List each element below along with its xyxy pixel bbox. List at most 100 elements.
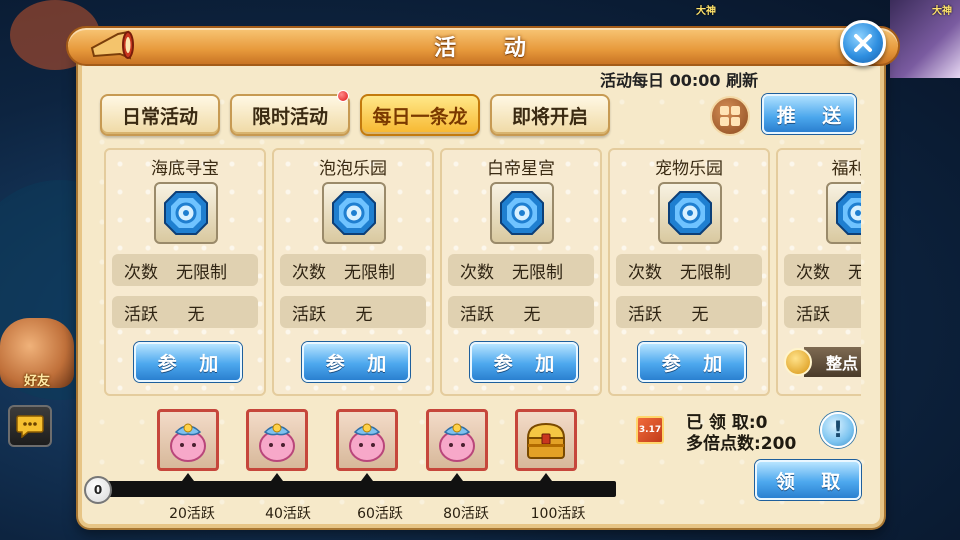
refresh-schedule: 活动每日 00:00 刷新	[600, 71, 759, 90]
pink-pouch-icon	[349, 423, 385, 462]
count-value: 无限制	[680, 262, 731, 283]
reward-chest-80[interactable]	[426, 409, 488, 471]
push-button[interactable]: 推 送	[762, 94, 856, 134]
join-button[interactable]: 参 加	[638, 342, 746, 382]
active-row: 活跃	[784, 296, 861, 328]
milestone-label: 100活跃	[530, 506, 586, 522]
active-row: 活跃 无	[112, 296, 258, 328]
count-row: 次数 无限制	[280, 254, 426, 286]
activity-card: 白帝星宫 次数 无限制 活跃 无 参 加	[440, 148, 602, 396]
pink-pouch-icon	[170, 423, 206, 462]
count-label: 次数	[796, 262, 830, 283]
tab-coming-soon[interactable]: 即将开启	[490, 94, 610, 136]
milestone-pointer	[361, 473, 373, 481]
activity-name: 泡泡乐园	[319, 159, 387, 179]
activity-name: 海底寻宝	[151, 159, 219, 179]
active-row: 活跃 无	[280, 296, 426, 328]
grid-icon	[720, 106, 729, 115]
milestone-label: 80活跃	[443, 506, 489, 522]
blue-gem-icon	[332, 191, 376, 235]
activity-card: 福利时 次数 无 活跃 整点	[776, 148, 861, 396]
bonus-book-icon: 3.17	[636, 416, 664, 444]
chat-bubble-icon	[16, 415, 44, 438]
page-title: 活 动	[434, 36, 546, 61]
hourly-badge-label: 整点	[804, 347, 861, 377]
close-button[interactable]	[840, 20, 886, 66]
reward-chest-40[interactable]	[246, 409, 308, 471]
blue-gem-icon	[668, 191, 712, 235]
grid-menu-button[interactable]	[710, 96, 750, 136]
activity-icon	[826, 182, 861, 244]
chat-button[interactable]	[8, 405, 52, 447]
milestone-label: 40活跃	[265, 506, 311, 522]
activity-name: 白帝星宫	[487, 159, 555, 179]
milestone-pointer	[182, 473, 194, 481]
exclamation-icon: !	[832, 417, 844, 443]
reward-chest-60[interactable]	[336, 409, 398, 471]
count-label: 次数	[292, 262, 326, 283]
active-value: 无	[187, 304, 205, 325]
active-label: 活跃	[796, 304, 830, 325]
count-value: 无限制	[176, 262, 227, 283]
count-label: 次数	[460, 262, 494, 283]
blue-gem-icon	[164, 191, 208, 235]
active-label: 活跃	[628, 304, 662, 325]
count-value: 无限制	[344, 262, 395, 283]
active-label: 活跃	[124, 304, 158, 325]
count-value: 无限制	[512, 262, 563, 283]
close-icon	[854, 34, 872, 52]
multiplier-points: 多倍点数:200	[686, 434, 797, 454]
activity-progress-bar	[98, 481, 616, 497]
active-label: 活跃	[460, 304, 494, 325]
activity-name: 宠物乐园	[655, 159, 723, 179]
activity-card: 海底寻宝 次数 无限制 活跃 无 参 加	[104, 148, 266, 396]
milestone-label: 60活跃	[357, 506, 403, 522]
treasure-chest-icon	[526, 422, 566, 459]
activity-icon	[154, 182, 218, 244]
activity-card: 宠物乐园 次数 无限制 活跃 无 参 加	[608, 148, 770, 396]
activity-card: 泡泡乐园 次数 无限制 活跃 无 参 加	[272, 148, 434, 396]
count-value: 无	[848, 262, 861, 283]
activity-icon	[658, 182, 722, 244]
tab-limited-activities[interactable]: 限时活动	[230, 94, 350, 136]
notification-dot	[337, 90, 349, 102]
player-portrait-label: 大神	[932, 6, 952, 17]
blue-gem-icon	[500, 191, 544, 235]
friends-label: 好友	[23, 374, 50, 389]
count-row: 次数 无限制	[112, 254, 258, 286]
tab-daily-activities[interactable]: 日常活动	[100, 94, 220, 136]
progress-value: 0	[84, 476, 112, 504]
tab-daily-dragon[interactable]: 每日一条龙	[360, 94, 480, 136]
clock-icon	[784, 348, 812, 376]
activity-icon	[490, 182, 554, 244]
info-button[interactable]: !	[820, 412, 856, 448]
blue-gem-icon	[836, 191, 861, 235]
milestone-label: 20活跃	[169, 506, 215, 522]
active-row: 活跃 无	[616, 296, 762, 328]
join-button[interactable]: 参 加	[302, 342, 410, 382]
activity-name: 福利时	[831, 159, 862, 179]
milestone-pointer	[271, 473, 283, 481]
active-value: 无	[355, 304, 373, 325]
active-label: 活跃	[292, 304, 326, 325]
count-label: 次数	[628, 262, 662, 283]
claim-button[interactable]: 领 取	[755, 460, 861, 500]
milestone-pointer	[451, 473, 463, 481]
count-label: 次数	[124, 262, 158, 283]
join-button[interactable]: 参 加	[134, 342, 242, 382]
active-value: 无	[691, 304, 709, 325]
player-nameplate: 大神	[696, 6, 716, 17]
hourly-badge: 整点	[784, 346, 861, 378]
active-value: 无	[523, 304, 541, 325]
horn-icon	[90, 30, 134, 60]
active-row: 活跃 无	[448, 296, 594, 328]
pink-pouch-icon	[439, 423, 475, 462]
count-row: 次数 无限制	[448, 254, 594, 286]
join-button[interactable]: 参 加	[470, 342, 578, 382]
reward-chest-100[interactable]	[515, 409, 577, 471]
pink-pouch-icon	[259, 423, 295, 462]
count-row: 次数 无	[784, 254, 861, 286]
reward-chest-20[interactable]	[157, 409, 219, 471]
count-row: 次数 无限制	[616, 254, 762, 286]
activity-list[interactable]: 海底寻宝 次数 无限制 活跃 无 参 加 泡泡乐园 次数 无限制 活跃 无 参 …	[104, 148, 861, 398]
